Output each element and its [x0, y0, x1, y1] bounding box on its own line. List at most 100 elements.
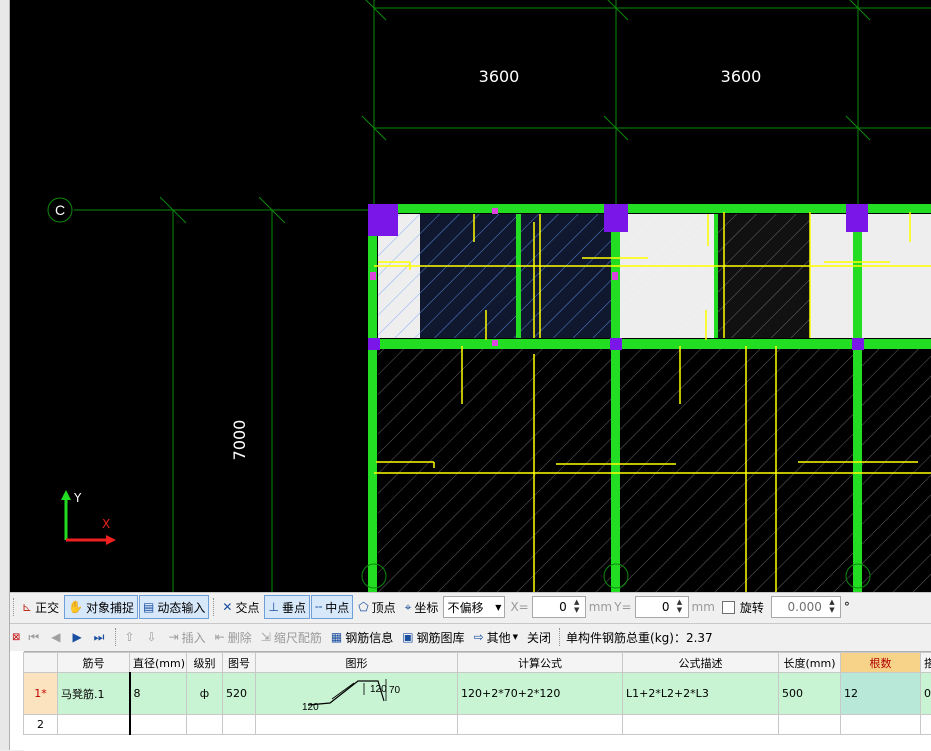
- vertex-snap-button[interactable]: ⬠ 顶点: [354, 595, 399, 619]
- object-snap-button[interactable]: ✋ 对象捕捉: [64, 595, 138, 619]
- toolbar-separator: [559, 628, 561, 646]
- offset-mode-value: 不偏移: [447, 599, 483, 616]
- y-offset-value: 0: [662, 600, 670, 614]
- col-header-diameter[interactable]: 直径(mm): [130, 653, 187, 673]
- rotate-checkbox[interactable]: [722, 601, 735, 614]
- dynamic-input-button[interactable]: ▤ 动态输入: [139, 595, 209, 619]
- grid-left-gutter: [10, 651, 24, 750]
- x-offset-input[interactable]: 0 ▲▼: [532, 596, 586, 618]
- perpendicular-snap-button[interactable]: ⊥ 垂点: [264, 595, 309, 619]
- move-up-button[interactable]: ⇧: [120, 625, 141, 649]
- cell-description[interactable]: [623, 715, 779, 735]
- rotate-label: 旋转: [739, 599, 765, 616]
- snap-toolbar: ⊾ 正交 ✋ 对象捕捉 ▤ 动态输入 ✕ 交点 ⊥ 垂点 ╌ 中点 ⬠ 顶点 ⌖…: [10, 592, 931, 621]
- close-label: 关闭: [527, 629, 551, 646]
- coordinate-snap-button[interactable]: ⌖ 坐标: [401, 595, 443, 619]
- col-header-count[interactable]: 根数: [841, 653, 921, 673]
- cell-formula[interactable]: 120+2*70+2*120: [458, 673, 623, 715]
- scale-rebar-button[interactable]: ⇲ 缩尺配筋: [257, 625, 326, 649]
- rebar-library-button[interactable]: ▣ 钢筋图库: [398, 625, 468, 649]
- other-menu-button[interactable]: ⇨ 其他 ▼: [470, 625, 522, 649]
- cell-description[interactable]: L1+2*L2+2*L3: [623, 673, 779, 715]
- cell-length[interactable]: 500: [779, 673, 841, 715]
- last-record-button[interactable]: ⏭: [90, 625, 112, 649]
- cell-grade[interactable]: [187, 715, 223, 735]
- y-unit-label: mm: [691, 600, 716, 614]
- row-number-cell[interactable]: 2: [24, 715, 58, 735]
- row-number-cell[interactable]: 1*: [24, 673, 58, 715]
- col-header-name[interactable]: 筋号: [58, 653, 130, 673]
- spinner-arrows-icon[interactable]: ▲▼: [673, 598, 687, 614]
- toolbar-separator: [115, 628, 117, 646]
- col-header-overlap[interactable]: 搭: [921, 653, 931, 673]
- table-row[interactable]: 2: [24, 715, 931, 735]
- first-record-button[interactable]: ⏮: [24, 625, 46, 649]
- dynamic-input-icon: ▤: [143, 600, 154, 614]
- spinner-arrows-icon[interactable]: ▲▼: [825, 598, 839, 614]
- chevron-down-icon: ▼: [495, 603, 501, 612]
- cell-grade[interactable]: ф: [187, 673, 223, 715]
- perpendicular-icon: ⊥: [268, 600, 278, 614]
- intersection-snap-button[interactable]: ✕ 交点: [218, 595, 263, 619]
- cell-count[interactable]: 12: [841, 673, 921, 715]
- x-axis-label: X: [102, 517, 110, 531]
- delete-row-icon: ⇤: [215, 630, 225, 644]
- rotate-angle-value: 0.000: [788, 600, 822, 614]
- move-down-button[interactable]: ⇩: [143, 625, 164, 649]
- cell-diameter[interactable]: [130, 715, 187, 735]
- col-header-shape[interactable]: 图形: [256, 653, 458, 673]
- spinner-arrows-icon[interactable]: ▲▼: [570, 598, 584, 614]
- y-axis-label: Y: [73, 491, 82, 505]
- cell-overlap[interactable]: [921, 715, 931, 735]
- cell-fig-no[interactable]: [223, 715, 256, 735]
- cell-length[interactable]: [779, 715, 841, 735]
- corner-header-cell[interactable]: [24, 653, 58, 673]
- floor-plan-drawing[interactable]: C 3600 3600 7000 Y X: [0, 0, 931, 592]
- rebar-info-button[interactable]: ▦ 钢筋信息: [327, 625, 397, 649]
- chevron-down-icon: ▼: [513, 633, 518, 641]
- table-row[interactable]: 1* 马凳筋.1 8 ф 520 120 70 120 120+2*70+2*1…: [24, 673, 931, 715]
- cell-formula[interactable]: [458, 715, 623, 735]
- delete-button[interactable]: ⇤ 删除: [211, 625, 256, 649]
- next-record-button[interactable]: ▶: [68, 625, 88, 649]
- cad-drawing-canvas[interactable]: C 3600 3600 7000 Y X: [0, 0, 931, 592]
- y-offset-input[interactable]: 0 ▲▼: [635, 596, 689, 618]
- prev-record-icon: ◀: [51, 630, 60, 644]
- perpendicular-label: 垂点: [282, 599, 306, 616]
- orthogonal-label: 正交: [35, 599, 59, 616]
- cell-shape[interactable]: 120 70 120: [256, 673, 458, 715]
- col-header-fig-no[interactable]: 图号: [223, 653, 256, 673]
- coordinate-icon: ⌖: [405, 600, 412, 615]
- degree-symbol: °: [843, 600, 851, 614]
- shape-label-bottom: 120: [302, 702, 319, 711]
- orthogonal-button[interactable]: ⊾ 正交: [18, 595, 63, 619]
- col-header-description[interactable]: 公式描述: [623, 653, 779, 673]
- col-header-length[interactable]: 长度(mm): [779, 653, 841, 673]
- cell-shape[interactable]: [256, 715, 458, 735]
- close-button[interactable]: 关闭: [523, 625, 555, 649]
- slab-regions[interactable]: [378, 214, 931, 592]
- insert-button[interactable]: ⇥ 插入: [165, 625, 210, 649]
- cell-count[interactable]: [841, 715, 921, 735]
- midpoint-snap-button[interactable]: ╌ 中点: [311, 595, 353, 619]
- panel-close-icon[interactable]: ⊠: [12, 632, 20, 643]
- other-menu-icon: ⇨: [474, 630, 484, 644]
- last-record-icon: ⏭: [94, 630, 105, 645]
- prev-record-button[interactable]: ◀: [47, 625, 67, 649]
- cell-overlap[interactable]: 0: [921, 673, 931, 715]
- cell-diameter[interactable]: 8: [130, 673, 187, 715]
- rotate-angle-input[interactable]: 0.000 ▲▼: [771, 596, 841, 618]
- vertex-icon: ⬠: [358, 600, 368, 614]
- col-header-formula[interactable]: 计算公式: [458, 653, 623, 673]
- total-weight-text: 单构件钢筋总重(kg)：2.37: [564, 629, 713, 646]
- rebar-table: 筋号 直径(mm) 级别 图号 图形 计算公式 公式描述 长度(mm) 根数 搭…: [24, 651, 931, 751]
- col-header-grade[interactable]: 级别: [187, 653, 223, 673]
- cell-name[interactable]: 马凳筋.1: [58, 673, 130, 715]
- object-snap-icon: ✋: [68, 600, 83, 614]
- cell-name[interactable]: [58, 715, 130, 735]
- cell-fig-no[interactable]: 520: [223, 673, 256, 715]
- axis-bubble-c[interactable]: C: [48, 198, 72, 222]
- toolbar-grip[interactable]: [13, 598, 15, 616]
- offset-mode-select[interactable]: 不偏移 ▼: [443, 596, 505, 618]
- x-offset-label: X=: [509, 600, 529, 614]
